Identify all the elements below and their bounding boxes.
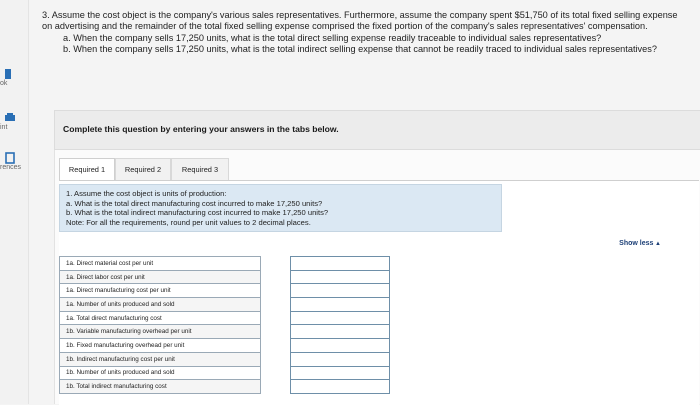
answer-cell: [290, 365, 390, 381]
answer-cell: [290, 256, 390, 271]
answer-cell: [290, 297, 390, 312]
answer-table: 1a. Direct material cost per unit 1a. Dir…: [59, 256, 390, 394]
complete-prompt-box: Complete this question by entering your …: [54, 110, 700, 150]
row-label: 1b. Total indirect manufacturing cost: [59, 379, 261, 394]
table-row: 1a. Total direct manufacturing cost: [59, 310, 390, 326]
row-spacer: [261, 284, 291, 298]
question-intro: 3. Assume the cost object is the company…: [42, 10, 678, 32]
answer-cell: [290, 338, 390, 353]
table-row: 1b. Indirect manufacturing cost per unit: [59, 351, 390, 367]
table-row: 1a. Direct labor cost per unit: [59, 269, 390, 285]
row-spacer: [261, 270, 291, 284]
sidebar-item-label: rences: [0, 164, 22, 171]
row-label: 1a. Direct material cost per unit: [59, 256, 261, 271]
question-part-a: a. When the company sells 17,250 units, …: [63, 32, 602, 43]
answer-cell: [290, 269, 390, 285]
table-row: 1b. Total indirect manufacturing cost: [59, 379, 390, 394]
answer-input[interactable]: [292, 366, 388, 378]
main-content: 3. Assume the cost object is the company…: [36, 0, 700, 405]
instruction-line: 1. Assume the cost object is units of pr…: [66, 189, 227, 198]
row-label: 1b. Variable manufacturing overhead per …: [59, 324, 261, 340]
answer-input[interactable]: [292, 298, 388, 310]
row-label: 1a. Direct labor cost per unit: [59, 269, 261, 285]
row-spacer: [261, 366, 291, 380]
complete-prompt: Complete this question by entering your …: [63, 124, 339, 134]
tab-required-3[interactable]: Required 3: [171, 158, 229, 182]
row-spacer: [261, 311, 291, 325]
answer-input[interactable]: [292, 339, 388, 351]
book-icon: [5, 69, 11, 79]
tabs-area: Required 1 Required 2 Required 3 1. Assu…: [54, 150, 700, 405]
answer-input[interactable]: [292, 257, 388, 269]
row-label: 1a. Direct manufacturing cost per unit: [59, 283, 261, 299]
question-part-b: b. When the company sells 17,250 units, …: [63, 44, 657, 55]
row-label: 1a. Total direct manufacturing cost: [59, 310, 261, 326]
row-label: 1a. Number of units produced and sold: [59, 297, 261, 312]
sidebar-item-references[interactable]: rences: [0, 152, 28, 171]
answer-input[interactable]: [292, 312, 388, 324]
triangle-up-icon: ▲: [653, 241, 661, 247]
row-label: 1b. Fixed manufacturing overhead per uni…: [59, 338, 261, 353]
row-label: 1b. Indirect manufacturing cost per unit: [59, 351, 261, 367]
row-spacer: [261, 352, 291, 366]
answer-input[interactable]: [292, 271, 388, 283]
instruction-line: Note: For all the requirements, round pe…: [66, 217, 311, 227]
sidebar-item-label: ok: [0, 80, 8, 87]
row-label: 1b. Number of units produced and sold: [59, 365, 261, 381]
show-less-label: Show less: [619, 240, 654, 247]
row-spacer: [261, 339, 291, 353]
answer-input[interactable]: [292, 380, 388, 392]
tab-content: 1. Assume the cost object is units of pr…: [59, 180, 699, 405]
table-row: 1a. Direct material cost per unit: [59, 256, 390, 271]
row-spacer: [261, 325, 291, 339]
table-row: 1a. Direct manufacturing cost per unit: [59, 283, 390, 299]
question-text: 3. Assume the cost object is the company…: [42, 10, 682, 56]
tab-required-1[interactable]: Required 1: [59, 158, 115, 181]
answer-cell: [290, 283, 390, 299]
sidebar-item-label: int: [0, 124, 8, 131]
row-spacer: [261, 298, 291, 312]
answer-cell: [290, 351, 390, 367]
tab-required-2[interactable]: Required 2: [115, 158, 171, 182]
show-less-link[interactable]: Show less ▲: [619, 240, 661, 247]
instruction-line: b. What is the total indirect manufactur…: [66, 208, 329, 218]
answer-input[interactable]: [292, 325, 388, 337]
sidebar-item-print[interactable]: int: [0, 112, 28, 131]
instructions-box: 1. Assume the cost object is units of pr…: [59, 184, 502, 232]
instruction-line: a. What is the total direct manufacturin…: [66, 198, 323, 208]
sidebar-item-ebook[interactable]: ok: [0, 68, 28, 87]
answer-cell: [290, 324, 390, 340]
table-row: 1b. Number of units produced and sold: [59, 365, 390, 381]
references-icon: [5, 152, 15, 164]
table-row: 1a. Number of units produced and sold: [59, 297, 390, 312]
answer-input[interactable]: [292, 353, 388, 365]
answer-cell: [290, 379, 390, 394]
row-spacer: [261, 257, 291, 271]
answer-cell: [290, 310, 390, 326]
row-spacer: [261, 380, 291, 394]
table-row: 1b. Variable manufacturing overhead per …: [59, 324, 390, 340]
print-icon: [5, 113, 15, 121]
table-row: 1b. Fixed manufacturing overhead per uni…: [59, 338, 390, 353]
left-sidebar: ok int rences: [0, 0, 29, 404]
answer-input[interactable]: [292, 284, 388, 296]
